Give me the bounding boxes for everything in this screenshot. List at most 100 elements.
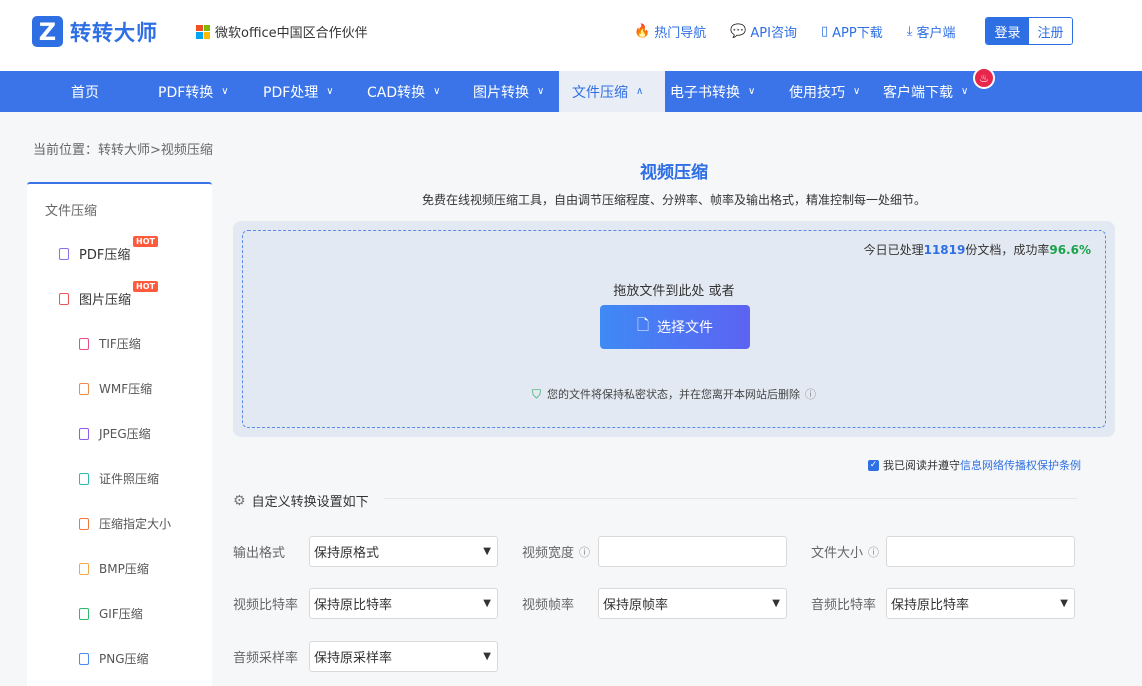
privacy-notice: ⛉ 您的文件将保持私密状态，并在您离开本网站后删除 ⓘ: [243, 386, 1105, 402]
select-value: 保持原比特率: [314, 598, 393, 613]
hot-nav-link[interactable]: 🔥 热门导航: [634, 22, 706, 41]
sidebar-item-tif-compress[interactable]: TIF压缩: [79, 335, 141, 352]
nav-label: 客户端下载: [883, 84, 953, 101]
logo-text: 转转大师: [70, 20, 158, 45]
page-subtitle: 免费在线视频压缩工具，自由调节压缩程度、分辨率、帧率及输出格式，精准控制每一处细…: [421, 193, 926, 207]
agree-link[interactable]: 信息网络传播权保护条例: [960, 457, 1081, 473]
nav-client-download[interactable]: 客户端下载 ∨: [883, 71, 968, 112]
video-bitrate-select[interactable]: 保持原比特率 ▼: [309, 588, 498, 619]
choose-file-button[interactable]: 🗋 选择文件: [600, 305, 750, 349]
chevron-down-icon: ∨: [221, 86, 229, 97]
video-fps-select[interactable]: 保持原帧率 ▼: [598, 588, 787, 619]
agree-checkbox-row: ✓ 我已阅读并遵守 信息网络传播权保护条例: [868, 457, 1081, 473]
audio-sample-select[interactable]: 保持原采样率 ▼: [309, 641, 498, 672]
nav-label: PDF转换: [158, 84, 214, 101]
api-consult-label: API咨询: [750, 26, 797, 41]
select-value: 保持原格式: [314, 546, 380, 561]
login-button[interactable]: 登录: [986, 18, 1029, 44]
audio-sample-label: 音频采样率: [233, 647, 298, 666]
nav-label: 文件压缩: [572, 84, 628, 101]
sidebar-item-label: 图片压缩: [79, 293, 132, 308]
info-icon[interactable]: ⓘ: [805, 386, 816, 402]
sidebar-item-bmp-compress[interactable]: BMP压缩: [79, 560, 149, 577]
chevron-down-icon: ∨: [433, 86, 441, 97]
nav-file-compress[interactable]: 文件压缩 ∧: [559, 71, 665, 112]
logo[interactable]: Z 转转大师: [32, 16, 158, 47]
app-download-link[interactable]: ▯ APP下载: [821, 22, 883, 41]
stats-mid: 份文档，成功率: [965, 243, 1050, 257]
stats-count: 11819: [923, 243, 966, 257]
sidebar-item-id-photo-compress[interactable]: 证件照压缩: [79, 470, 159, 487]
chevron-down-icon: ▼: [772, 598, 780, 609]
chevron-down-icon: ∨: [853, 86, 861, 97]
bmp-file-icon: [79, 562, 89, 575]
client-label: 客户端: [916, 26, 956, 41]
client-link[interactable]: ⤓ 客户端: [907, 22, 956, 41]
agree-prefix: 我已阅读并遵守: [883, 459, 960, 472]
chevron-down-icon: ▼: [483, 546, 491, 557]
phone-icon: ▯: [820, 24, 829, 39]
upload-area[interactable]: 今日已处理11819份文档，成功率96.6% 拖放文件到此处 或者 🗋 选择文件…: [233, 221, 1115, 437]
choose-file-label: 选择文件: [657, 320, 714, 336]
audio-bitrate-select[interactable]: 保持原比特率 ▼: [886, 588, 1075, 619]
output-format-select[interactable]: 保持原格式 ▼: [309, 536, 498, 567]
hot-nav-label: 热门导航: [654, 26, 707, 41]
size-file-icon: [79, 517, 89, 530]
audio-bitrate-label: 音频比特率: [811, 594, 876, 613]
file-add-icon: 🗋: [636, 315, 650, 334]
file-size-input[interactable]: [886, 536, 1075, 567]
sidebar-item-pdf-compress[interactable]: PDF压缩 HOT: [59, 236, 158, 263]
info-icon[interactable]: ⓘ: [579, 544, 590, 560]
register-button[interactable]: 注册: [1029, 18, 1072, 44]
id-photo-icon: [79, 472, 89, 485]
stats-prefix: 今日已处理: [863, 243, 924, 257]
sidebar-item-gif-compress[interactable]: GIF压缩: [79, 605, 143, 622]
nav-cad-convert[interactable]: CAD转换 ∨: [367, 71, 440, 112]
main-nav: 首页 PDF转换 ∨ PDF处理 ∨ CAD转换 ∨ 图片转换 ∨ 文件压缩 ∧…: [0, 71, 1142, 112]
select-value: 保持原比特率: [891, 598, 970, 613]
microsoft-logo-icon: [196, 24, 210, 39]
nav-ebook-convert[interactable]: 电子书转换 ∨: [670, 71, 755, 112]
label-text: 音频比特率: [811, 598, 877, 613]
sidebar-item-wmf-compress[interactable]: WMF压缩: [79, 380, 152, 397]
top-links: 🔥 热门导航 💬 API咨询 ▯ APP下载 ⤓ 客户端: [634, 22, 979, 41]
select-value: 保持原帧率: [603, 598, 669, 613]
wmf-file-icon: [79, 382, 89, 395]
partner-text: 微软office中国区合作伙伴: [215, 26, 368, 41]
png-file-icon: [79, 652, 89, 665]
stats-rate: 96.6%: [1049, 243, 1091, 257]
sidebar-item-size-compress[interactable]: 压缩指定大小: [79, 515, 171, 532]
nav-pdf-process[interactable]: PDF处理 ∨: [263, 71, 334, 112]
chevron-down-icon: ∨: [326, 86, 334, 97]
nav-tips[interactable]: 使用技巧 ∨: [789, 71, 860, 112]
sidebar-item-png-compress[interactable]: PNG压缩: [79, 650, 149, 667]
breadcrumb: 当前位置：转转大师>视频压缩: [33, 143, 213, 158]
nav-pdf-convert[interactable]: PDF转换 ∨: [158, 71, 229, 112]
api-consult-link[interactable]: 💬 API咨询: [730, 22, 797, 41]
chat-icon: 💬: [730, 24, 747, 39]
sidebar-item-label: PNG压缩: [99, 652, 149, 666]
settings-title: ⚙ 自定义转换设置如下: [233, 491, 369, 511]
select-value: 保持原采样率: [314, 651, 393, 666]
nav-image-convert[interactable]: 图片转换 ∨: [473, 71, 544, 112]
sidebar-item-label: WMF压缩: [99, 382, 153, 396]
partner-label: 微软office中国区合作伙伴: [196, 22, 368, 41]
label-text: 视频比特率: [233, 598, 299, 613]
divider: [384, 498, 1077, 499]
chevron-up-icon: ∧: [636, 86, 644, 97]
jpeg-file-icon: [79, 427, 89, 440]
info-icon[interactable]: ⓘ: [868, 544, 879, 560]
sidebar-item-jpeg-compress[interactable]: JPEG压缩: [79, 425, 151, 442]
nav-label: 电子书转换: [670, 84, 740, 101]
video-width-input[interactable]: [598, 536, 787, 567]
sidebar-item-label: GIF压缩: [99, 607, 143, 621]
nav-label: 使用技巧: [789, 84, 845, 101]
chevron-down-icon: ▼: [483, 598, 491, 609]
nav-home[interactable]: 首页: [71, 71, 99, 112]
shield-icon: ⛉: [531, 386, 541, 401]
nav-label: PDF处理: [263, 84, 319, 101]
sidebar-item-image-compress[interactable]: 图片压缩 HOT: [59, 281, 158, 308]
sidebar-item-label: BMP压缩: [99, 562, 149, 576]
agree-checkbox[interactable]: ✓: [868, 459, 879, 471]
drop-zone[interactable]: 今日已处理11819份文档，成功率96.6% 拖放文件到此处 或者 🗋 选择文件…: [242, 230, 1106, 428]
